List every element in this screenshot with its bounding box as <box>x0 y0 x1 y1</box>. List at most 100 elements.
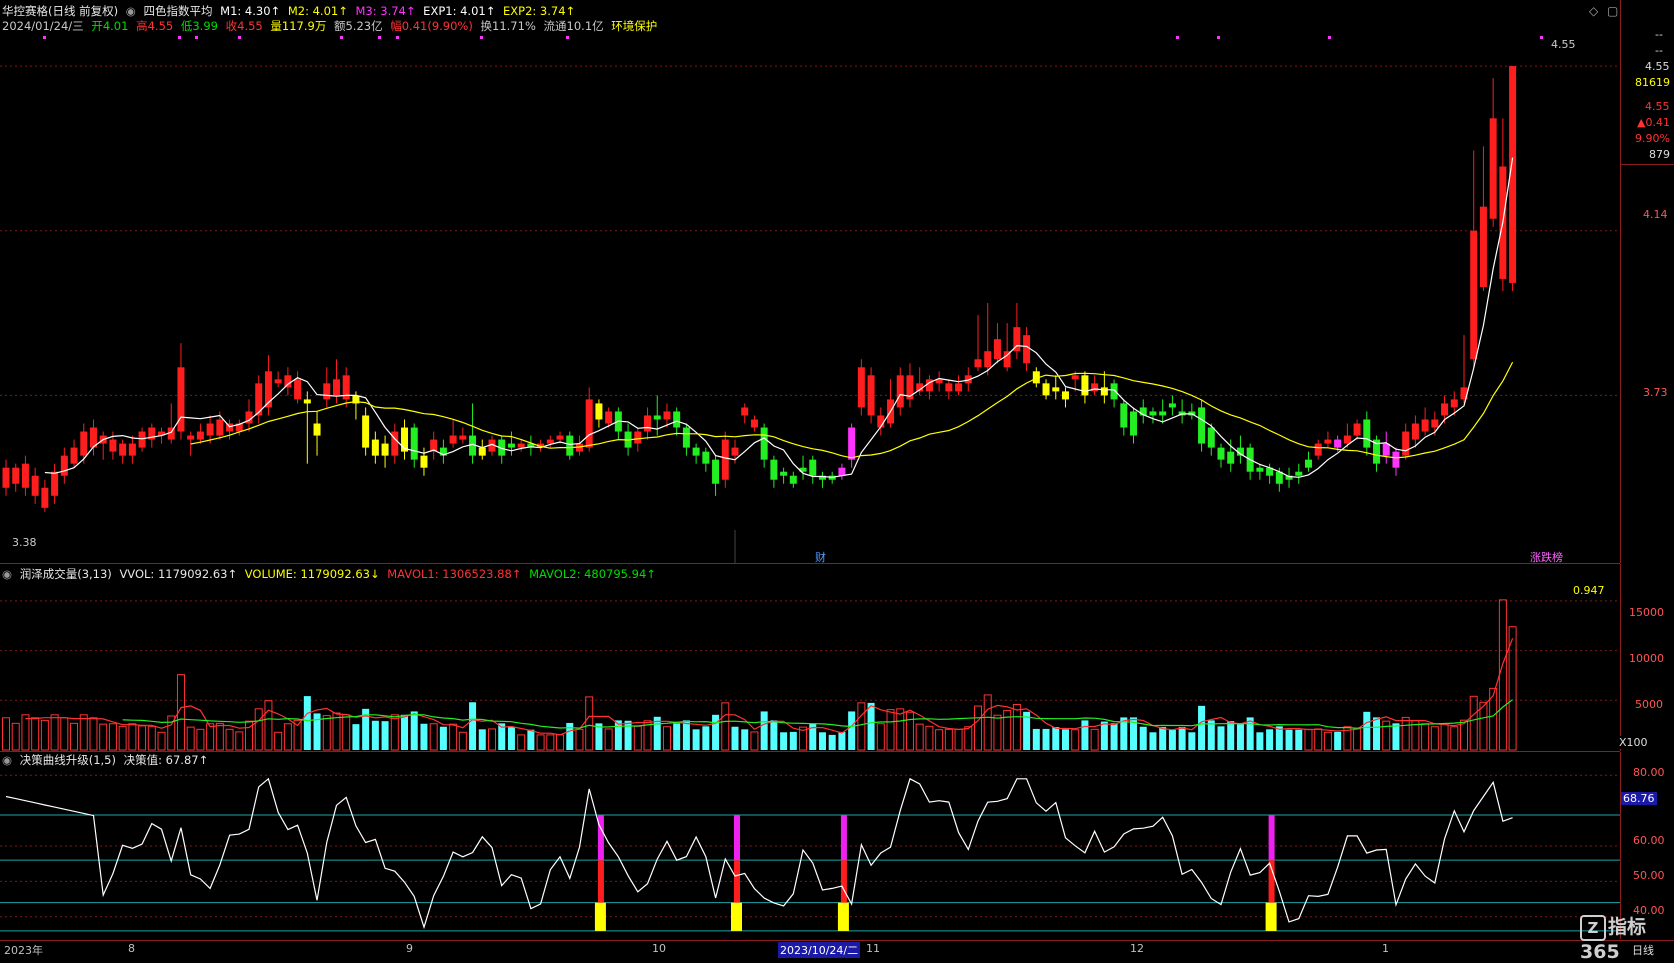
volume-bar-13 <box>128 723 137 751</box>
volume-bar-135 <box>1314 728 1323 751</box>
candle-body-152 <box>1479 206 1487 287</box>
volume-bar-89 <box>867 702 875 750</box>
volume-bar-12 <box>118 725 127 751</box>
exp1-value: EXP1: 4.01↑ <box>423 4 496 18</box>
decision-signal-red-2 <box>840 860 847 903</box>
volume-bar-129 <box>1256 732 1264 750</box>
volume-bar-8 <box>79 714 88 751</box>
volume-bar-65 <box>633 725 642 751</box>
close-icon[interactable]: ▢ <box>1607 4 1618 18</box>
candle-body-143 <box>1392 451 1400 468</box>
volume-bar-101 <box>983 694 992 751</box>
volume-bar-111 <box>1081 720 1089 750</box>
signal-dot-2 <box>195 36 198 39</box>
decision-value: 决策值: 67.87↑ <box>123 753 209 767</box>
quote-amount: 额5.23亿 <box>333 19 383 33</box>
volume-bar-102 <box>993 714 1002 751</box>
quote-tag[interactable]: 环境保护 <box>611 19 657 33</box>
candle-body-75 <box>731 447 739 456</box>
candle-body-134 <box>1304 459 1312 468</box>
candle-body-137 <box>1334 439 1342 448</box>
stock-name[interactable]: 华控赛格(日线 前复权) <box>2 4 118 18</box>
volume-bar-130 <box>1266 729 1274 750</box>
event-label-finance[interactable]: 财 <box>815 549 826 565</box>
volume-bar-143 <box>1392 723 1400 750</box>
volume-bar-144 <box>1401 716 1410 751</box>
candle-body-153 <box>1489 118 1497 219</box>
volume-bar-94 <box>915 723 924 751</box>
quote-change: 幅0.41(9.90%) <box>390 19 473 33</box>
candle-body-116 <box>1130 411 1138 436</box>
volume-bar-142 <box>1382 720 1391 751</box>
indicator-name[interactable]: 四色指数平均 <box>144 4 213 18</box>
volume-bar-95 <box>925 725 934 751</box>
volume-bar-31 <box>303 696 311 750</box>
volume-bar-87 <box>848 711 856 750</box>
volume-title[interactable]: 润泽成交量(3,13) <box>20 567 112 581</box>
decision-signal-yellow-2 <box>837 902 849 931</box>
candle-body-81 <box>789 475 797 484</box>
volume-bar-33 <box>322 715 331 751</box>
side-value-0: -- <box>1655 28 1663 41</box>
candle-body-105 <box>1023 335 1031 364</box>
candle-body-7 <box>70 447 78 464</box>
candle-body-72 <box>702 451 710 464</box>
volume-bar-123 <box>1198 705 1206 750</box>
candle-body-42 <box>410 427 418 460</box>
volume-bar-62 <box>604 728 613 751</box>
volume-bar-99 <box>964 726 973 751</box>
vol-tick-5000: 5000 <box>1635 698 1663 711</box>
candlestick-chart <box>0 36 1620 563</box>
volume-bar-0 <box>2 717 10 751</box>
volume-bar-132 <box>1285 729 1293 750</box>
volume-bar-44 <box>429 723 438 751</box>
signal-dot-3 <box>238 36 241 39</box>
volume-bar-106 <box>1032 728 1040 750</box>
candle-body-111 <box>1081 375 1089 396</box>
volume-bar-5 <box>50 714 59 751</box>
candle-body-109 <box>1061 391 1069 400</box>
date-axis[interactable]: 2023年 8 9 10 2023/10/24/二 11 12 1 日线 <box>0 940 1674 958</box>
volume-bar-104 <box>1012 703 1021 751</box>
volume-bar-68 <box>662 726 671 751</box>
decision-signal-red-0 <box>597 860 604 903</box>
volume-bar-80 <box>780 732 788 750</box>
volume-bar-74 <box>721 702 730 751</box>
volume-bar-140 <box>1363 711 1371 750</box>
price-tick-low: 3.73 <box>1643 386 1668 399</box>
volume-bar-148 <box>1440 723 1449 751</box>
volume-bar-40 <box>390 714 399 751</box>
volume-indicator-icon[interactable]: ◉ <box>2 567 12 581</box>
decision-signal-magenta-0 <box>597 815 604 861</box>
m2-value: M2: 4.01↑ <box>287 4 348 18</box>
volume-panel[interactable]: ◉ 润泽成交量(3,13) VVOL: 1179092.63↑ VOLUME: … <box>0 564 1620 752</box>
quote-line: 2024/01/24/三 开4.01 高4.55 低3.99 收4.55 量11… <box>2 19 661 33</box>
quote-turnover: 换11.71% <box>480 19 536 33</box>
quote-low: 低3.99 <box>180 19 218 33</box>
decision-indicator-icon[interactable]: ◉ <box>2 753 12 767</box>
volume-bar-112 <box>1090 728 1099 751</box>
decision-title[interactable]: 决策曲线升级(1,5) <box>20 753 116 767</box>
volume-bar-57 <box>556 734 565 751</box>
event-label-ranking[interactable]: 涨跌榜 <box>1530 549 1563 565</box>
volume-bar-119 <box>1159 727 1167 750</box>
candle-body-32 <box>313 423 321 436</box>
volume-bar-133 <box>1295 729 1303 750</box>
decision-panel[interactable]: ◉ 决策曲线升级(1,5) 决策值: 67.87↑ <box>0 752 1620 939</box>
volume-bar-28 <box>274 731 283 751</box>
volume-bar-139 <box>1353 728 1362 751</box>
candle-body-56 <box>546 439 554 444</box>
volume-bar-27 <box>264 700 273 751</box>
volume-bar-7 <box>70 722 79 751</box>
volume-chart <box>0 599 1620 751</box>
candle-body-34 <box>332 379 340 396</box>
stock-chart-app: 华控赛格(日线 前复权) ◉ 四色指数平均 M1: 4.30↑ M2: 4.01… <box>0 0 1674 963</box>
decision-signal-yellow-3 <box>1265 902 1277 931</box>
indicator-icon[interactable]: ◉ <box>126 4 136 18</box>
candle-body-11 <box>109 439 117 452</box>
price-panel[interactable]: 华控赛格(日线 前复权) ◉ 四色指数平均 M1: 4.30↑ M2: 4.01… <box>0 0 1620 564</box>
volume-bar-53 <box>517 734 526 751</box>
volume-bar-154 <box>1498 599 1507 751</box>
diamond-icon[interactable]: ◇ <box>1589 4 1598 18</box>
date-label-sep: 9 <box>406 942 413 955</box>
